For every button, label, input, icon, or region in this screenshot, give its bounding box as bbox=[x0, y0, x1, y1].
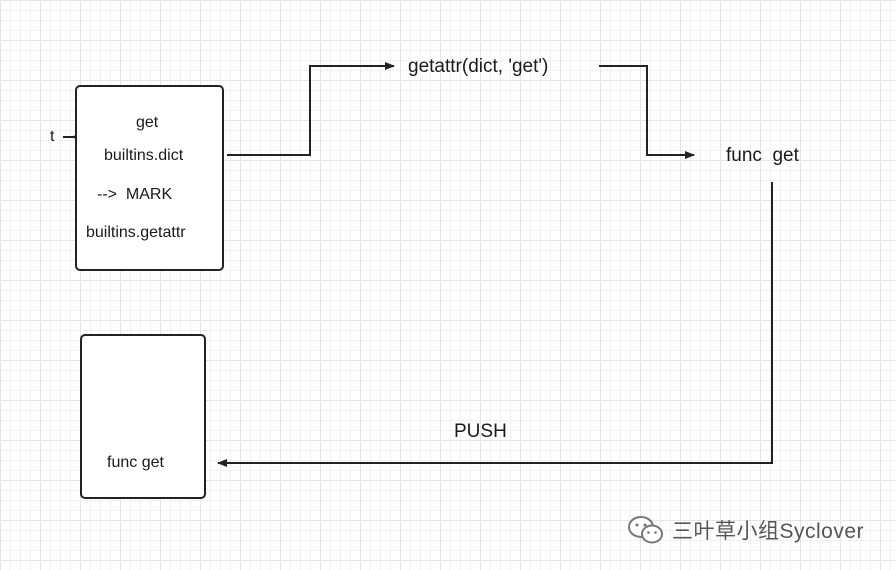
arrow-to-func-get bbox=[599, 65, 695, 159]
stack-item-builtins-getattr: builtins.getattr bbox=[86, 224, 186, 241]
stack-item-builtins-dict: builtins.dict bbox=[104, 147, 184, 164]
watermark-text: 三叶草小组Syclover bbox=[672, 520, 865, 543]
stack-item-get: get bbox=[136, 114, 159, 131]
stack-box bbox=[75, 85, 224, 271]
t-label: t bbox=[50, 128, 55, 145]
result-box bbox=[80, 334, 206, 499]
push-label: PUSH bbox=[454, 421, 507, 442]
getattr-call-label: getattr(dict, 'get') bbox=[408, 56, 549, 77]
wechat-icon bbox=[628, 516, 663, 544]
stack-item-mark: --> MARK bbox=[97, 186, 173, 203]
watermark: 三叶草小组Syclover bbox=[626, 514, 864, 546]
arrow-to-getattr bbox=[227, 62, 395, 156]
result-box-label: func get bbox=[107, 454, 164, 471]
func-get-label: func get bbox=[726, 145, 799, 166]
